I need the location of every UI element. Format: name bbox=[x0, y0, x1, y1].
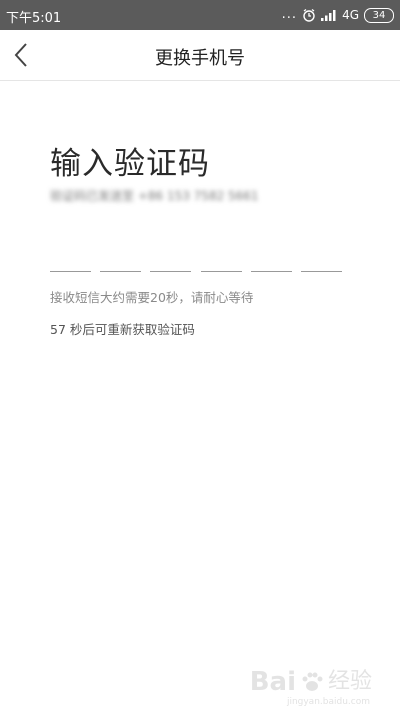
verification-heading: 输入验证码 bbox=[50, 146, 210, 182]
code-digit-slot[interactable] bbox=[200, 265, 242, 272]
status-time: 下午5:01 bbox=[6, 11, 62, 26]
screen: 下午5:01 ... 4G 34 更换手机号 输入验证码 验证码已发送至 +86… bbox=[0, 0, 400, 711]
verification-code-input[interactable] bbox=[50, 265, 342, 272]
code-digit-slot[interactable] bbox=[150, 265, 192, 272]
status-icons: ... 4G 34 bbox=[282, 6, 394, 24]
battery-icon: 34 bbox=[364, 7, 394, 23]
code-digit-slot[interactable] bbox=[300, 265, 342, 272]
sms-wait-hint: 接收短信大约需要20秒，请耐心等待 bbox=[50, 290, 254, 305]
watermark-brand: Bai bbox=[249, 667, 296, 697]
header-bar: 更换手机号 bbox=[0, 30, 400, 81]
status-bar: 下午5:01 ... 4G 34 bbox=[0, 0, 400, 30]
code-digit-slot[interactable] bbox=[50, 265, 91, 272]
paw-icon bbox=[300, 670, 324, 694]
sent-to-phone-hint: 验证码已发送至 +86 153 7582 5661 bbox=[50, 189, 259, 203]
watermark-text: 经验 bbox=[327, 669, 372, 694]
page-title: 更换手机号 bbox=[155, 48, 245, 69]
network-type: 4G bbox=[342, 8, 359, 22]
alarm-icon bbox=[302, 8, 316, 22]
more-dots-icon: ... bbox=[281, 7, 298, 22]
code-digit-slot[interactable] bbox=[250, 265, 292, 272]
signal-icon bbox=[321, 9, 337, 21]
watermark-url: jingyan.baidu.com bbox=[286, 697, 370, 707]
watermark: Bai 经验 bbox=[250, 669, 372, 695]
code-digit-slot[interactable] bbox=[100, 265, 142, 272]
resend-countdown: 57 秒后可重新获取验证码 bbox=[50, 322, 195, 337]
